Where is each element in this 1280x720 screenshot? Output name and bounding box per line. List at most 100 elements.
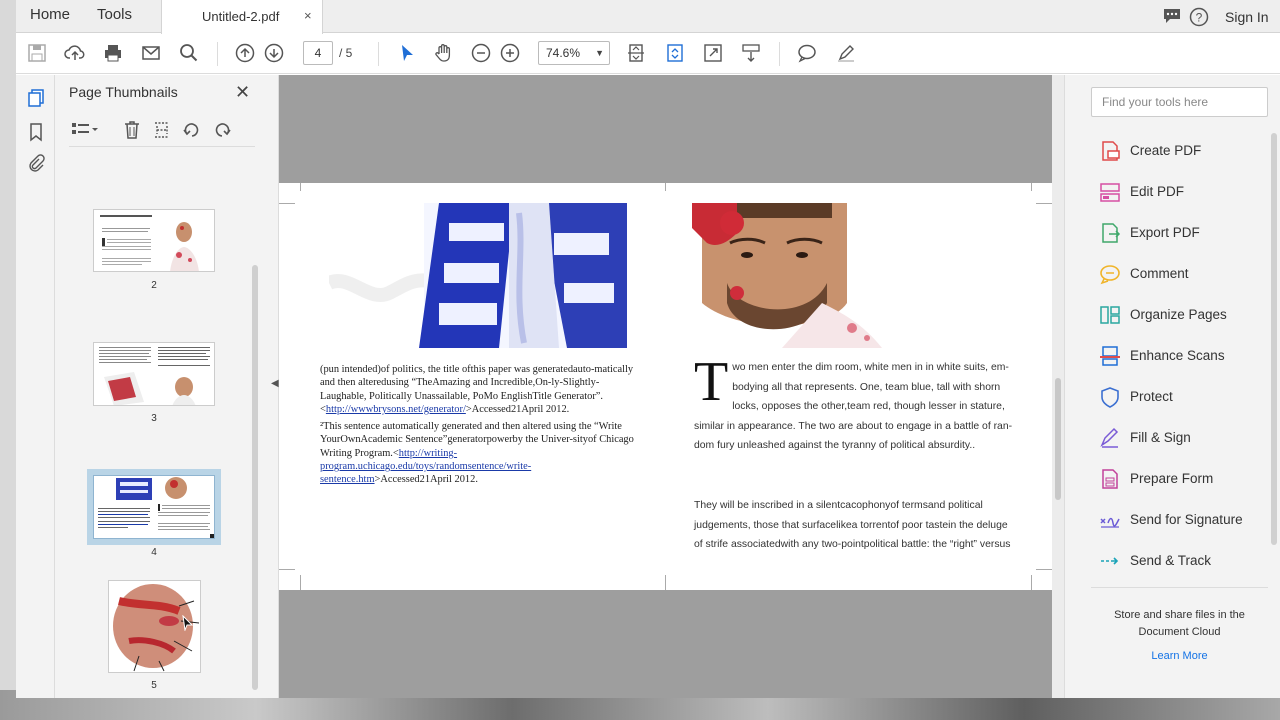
body-paragraph-2: They will be inscribed in a silentcacoph…: [694, 500, 1011, 550]
zoom-out-icon[interactable]: [470, 42, 494, 64]
scrollbar-thumb[interactable]: [1055, 378, 1061, 500]
select-cursor-icon[interactable]: [396, 42, 420, 64]
fit-page-icon[interactable]: [625, 42, 649, 64]
tool-create-pdf[interactable]: Create PDF: [1099, 140, 1269, 164]
tool-send-for-signature[interactable]: Send for Signature: [1099, 509, 1269, 533]
learn-more-link[interactable]: Learn More: [1091, 650, 1268, 662]
next-page-icon[interactable]: [263, 42, 287, 64]
zoom-select[interactable]: 74.6% ▼: [538, 41, 610, 65]
attachment-icon[interactable]: [26, 153, 46, 173]
generator-link[interactable]: http://wwwbrysons.net/generator/: [326, 404, 466, 415]
highlight-pen-icon[interactable]: [835, 42, 859, 64]
page-thumbnails-panel: Page Thumbnails ✕ 2 3 4 5: [55, 75, 279, 698]
document-tab[interactable]: Untitled-2.pdf ×: [161, 0, 323, 34]
main-toolbar: 4 / 5 74.6% ▼: [16, 34, 1280, 74]
print-icon[interactable]: [102, 42, 126, 64]
tool-protect[interactable]: Protect: [1099, 386, 1269, 410]
sign-in-link[interactable]: Sign In: [1225, 9, 1269, 25]
help-icon[interactable]: ?: [1189, 7, 1209, 32]
tool-label: Enhance Scans: [1130, 348, 1225, 363]
tool-organize-pages[interactable]: Organize Pages: [1099, 304, 1269, 328]
crop-mark: [1036, 569, 1052, 570]
toolbar-divider: [217, 42, 218, 66]
crop-mark: [665, 575, 666, 590]
upload-cloud-icon[interactable]: [64, 42, 88, 64]
document-scrollbar[interactable]: [1052, 75, 1064, 698]
page-label-3: 3: [151, 413, 157, 424]
crop-mark: [279, 569, 295, 570]
tool-edit-pdf[interactable]: Edit PDF: [1099, 181, 1269, 205]
footnote-1-end: >Accessed21April 2012.: [465, 403, 570, 415]
page-thumbnail-4-selected[interactable]: [87, 469, 221, 545]
find-tools-input[interactable]: Find your tools here: [1091, 87, 1268, 117]
send-track-icon: [1099, 550, 1121, 572]
crop-mark: [665, 183, 666, 191]
tools-divider: [1091, 587, 1268, 588]
thumbnails-scrollbar[interactable]: [252, 265, 258, 690]
page-label-2: 2: [151, 280, 157, 291]
rotate-clockwise-icon[interactable]: [212, 120, 232, 145]
tool-label: Export PDF: [1130, 225, 1200, 240]
bookmark-icon[interactable]: [26, 122, 46, 142]
page-thumbnail-3[interactable]: [93, 342, 215, 406]
tool-export-pdf[interactable]: Export PDF: [1099, 222, 1269, 246]
comment-icon[interactable]: [796, 42, 820, 64]
man-portrait-photo: [692, 203, 892, 348]
close-icon[interactable]: ✕: [235, 82, 250, 103]
rotate-counterclockwise-icon[interactable]: [182, 120, 202, 145]
crop-mark: [300, 575, 301, 590]
email-icon[interactable]: [140, 42, 164, 64]
edit-pdf-icon: [1099, 181, 1121, 203]
zoom-in-icon[interactable]: [499, 42, 523, 64]
close-tab-icon[interactable]: ×: [304, 8, 312, 23]
page-thumbnail-4-image: [93, 475, 215, 539]
rotate-view-icon[interactable]: [664, 42, 688, 64]
crop-mark: [279, 203, 295, 204]
footnote-2-text: ²This sentence automatically generated a…: [320, 421, 634, 459]
insert-page-icon[interactable]: [152, 120, 172, 145]
page-number-input[interactable]: 4: [303, 41, 333, 65]
collapse-left-panel-icon[interactable]: ◀: [271, 378, 279, 389]
home-tab[interactable]: Home: [30, 6, 70, 23]
options-menu-icon[interactable]: [71, 121, 99, 144]
footnote-2-end: >Accessed21April 2012.: [374, 474, 478, 486]
tools-pane-scrollbar[interactable]: [1271, 133, 1277, 545]
delete-page-icon[interactable]: [123, 120, 141, 145]
tool-label: Protect: [1130, 389, 1173, 404]
hand-tool-icon[interactable]: [432, 42, 456, 64]
tool-prepare-form[interactable]: Prepare Form: [1099, 468, 1269, 492]
page-thumbnails-icon[interactable]: [26, 88, 46, 108]
tool-comment[interactable]: Comment: [1099, 263, 1269, 287]
tab-bar: Home Tools Untitled-2.pdf × ? Sign In: [16, 0, 1280, 34]
crop-mark: [1031, 183, 1032, 191]
search-icon[interactable]: [178, 42, 202, 64]
tool-enhance-scans[interactable]: Enhance Scans: [1099, 345, 1269, 369]
toolbar-divider: [779, 42, 780, 66]
tool-label: Send & Track: [1130, 553, 1212, 568]
tools-tab[interactable]: Tools: [97, 6, 132, 23]
enhance-scans-icon: [1099, 345, 1121, 367]
tool-label: Send for Signature: [1130, 512, 1243, 527]
tool-send-track[interactable]: Send & Track: [1099, 550, 1269, 574]
crop-mark: [300, 183, 301, 191]
shield-icon: [1099, 386, 1121, 408]
drop-cap: T: [694, 351, 729, 413]
body-paragraph-1: wo men enter the dim room, white men in …: [694, 362, 1013, 451]
previous-page-icon[interactable]: [234, 42, 258, 64]
save-icon[interactable]: [26, 42, 50, 64]
tool-label: Create PDF: [1130, 143, 1202, 158]
export-pdf-icon: [1099, 222, 1121, 244]
scroll-mode-icon[interactable]: [740, 42, 764, 64]
chat-icon[interactable]: [1162, 7, 1182, 30]
send-signature-icon: [1099, 509, 1121, 531]
left-text-column: (pun intended)of politics, the title oft…: [320, 363, 635, 487]
tools-pane: Find your tools here Create PDF Edit PDF…: [1064, 75, 1280, 698]
blue-paint-photo: [325, 203, 629, 348]
crop-mark: [1031, 575, 1032, 590]
zoom-value: 74.6%: [546, 46, 581, 60]
page-thumbnail-2[interactable]: [93, 209, 215, 272]
full-screen-icon[interactable]: [702, 42, 726, 64]
comment-icon: [1099, 263, 1121, 285]
tool-label: Organize Pages: [1130, 307, 1227, 322]
tool-fill-sign[interactable]: Fill & Sign: [1099, 427, 1269, 451]
